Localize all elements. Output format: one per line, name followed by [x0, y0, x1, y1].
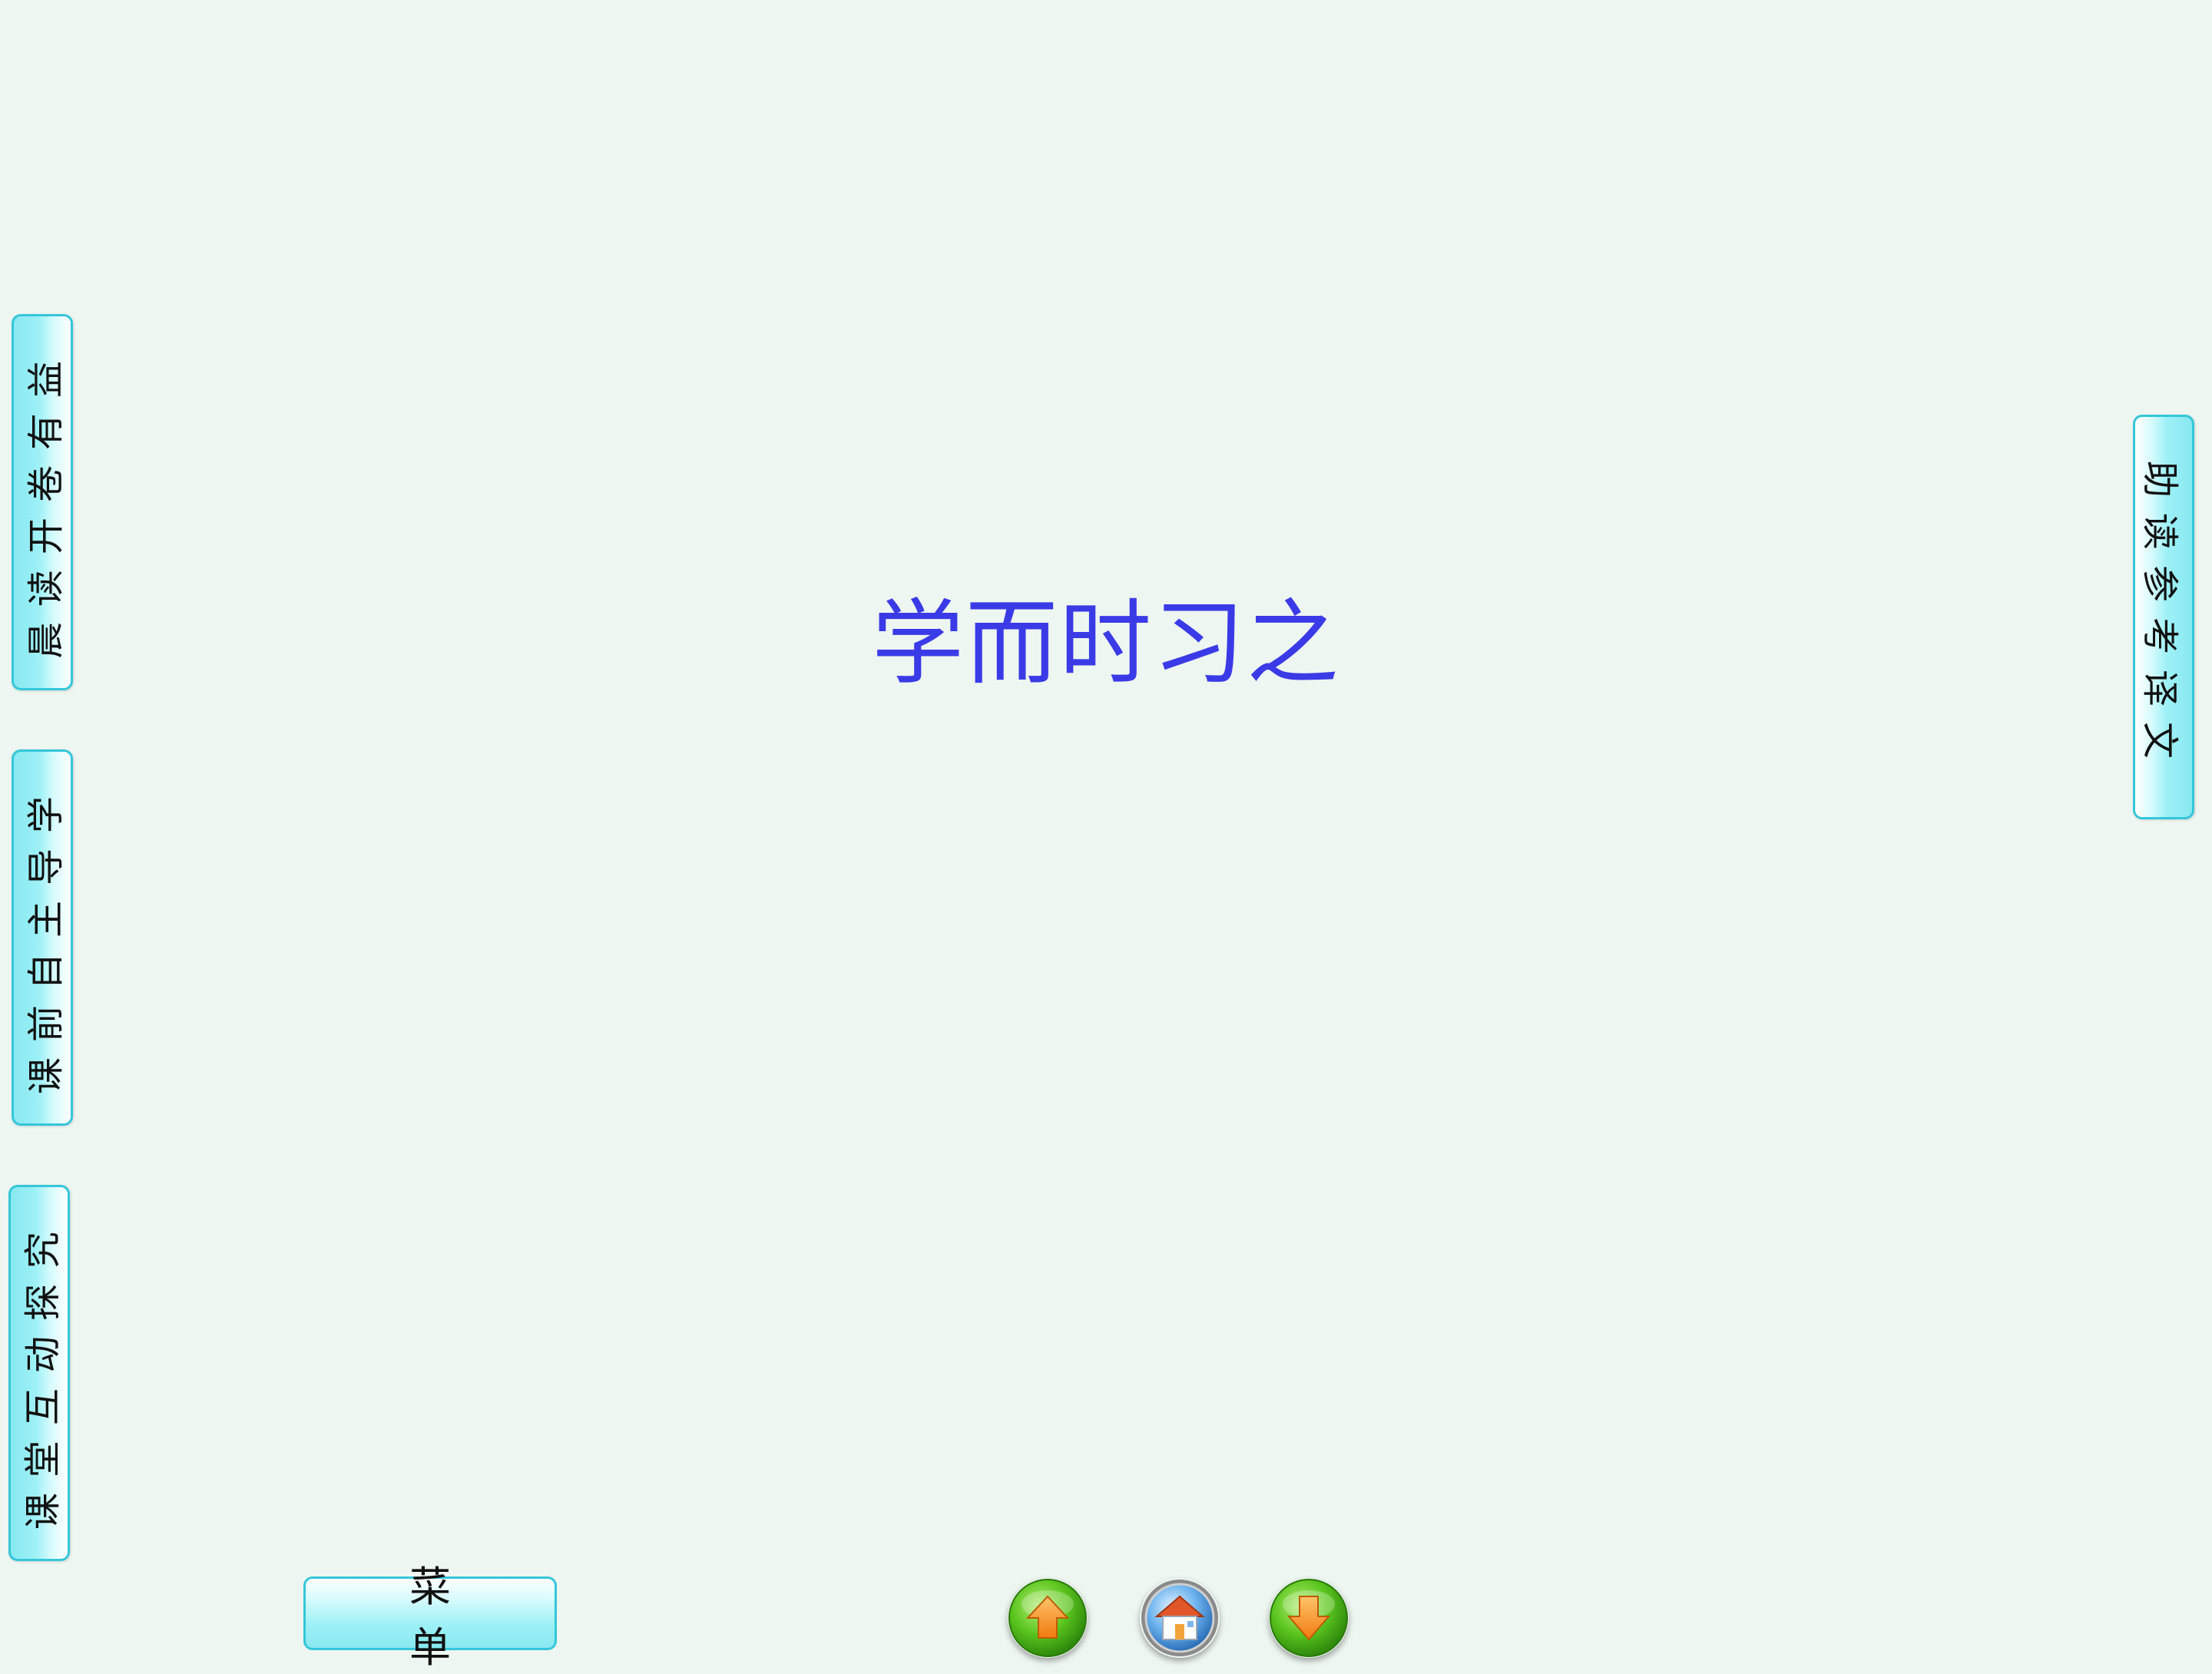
- up-arrow-icon: [1008, 1579, 1087, 1657]
- down-arrow-icon: [1270, 1579, 1348, 1657]
- home-icon: [1141, 1580, 1218, 1656]
- tab-classroom-interaction[interactable]: 课堂互动探究: [8, 1185, 70, 1561]
- menu-button-label: 菜单: [409, 1563, 543, 1672]
- tab-preclass-study[interactable]: 课前自主导学: [12, 749, 73, 1126]
- tab-preclass-study-label: 课前自主导学: [25, 780, 68, 1095]
- tab-classroom-interaction-label: 课堂互动探究: [22, 1216, 65, 1530]
- previous-button[interactable]: [1008, 1578, 1088, 1658]
- next-button[interactable]: [1269, 1578, 1349, 1658]
- menu-button[interactable]: 菜单: [303, 1563, 557, 1672]
- page-title: 学而时习之: [872, 591, 1340, 697]
- home-button[interactable]: [1140, 1578, 1220, 1658]
